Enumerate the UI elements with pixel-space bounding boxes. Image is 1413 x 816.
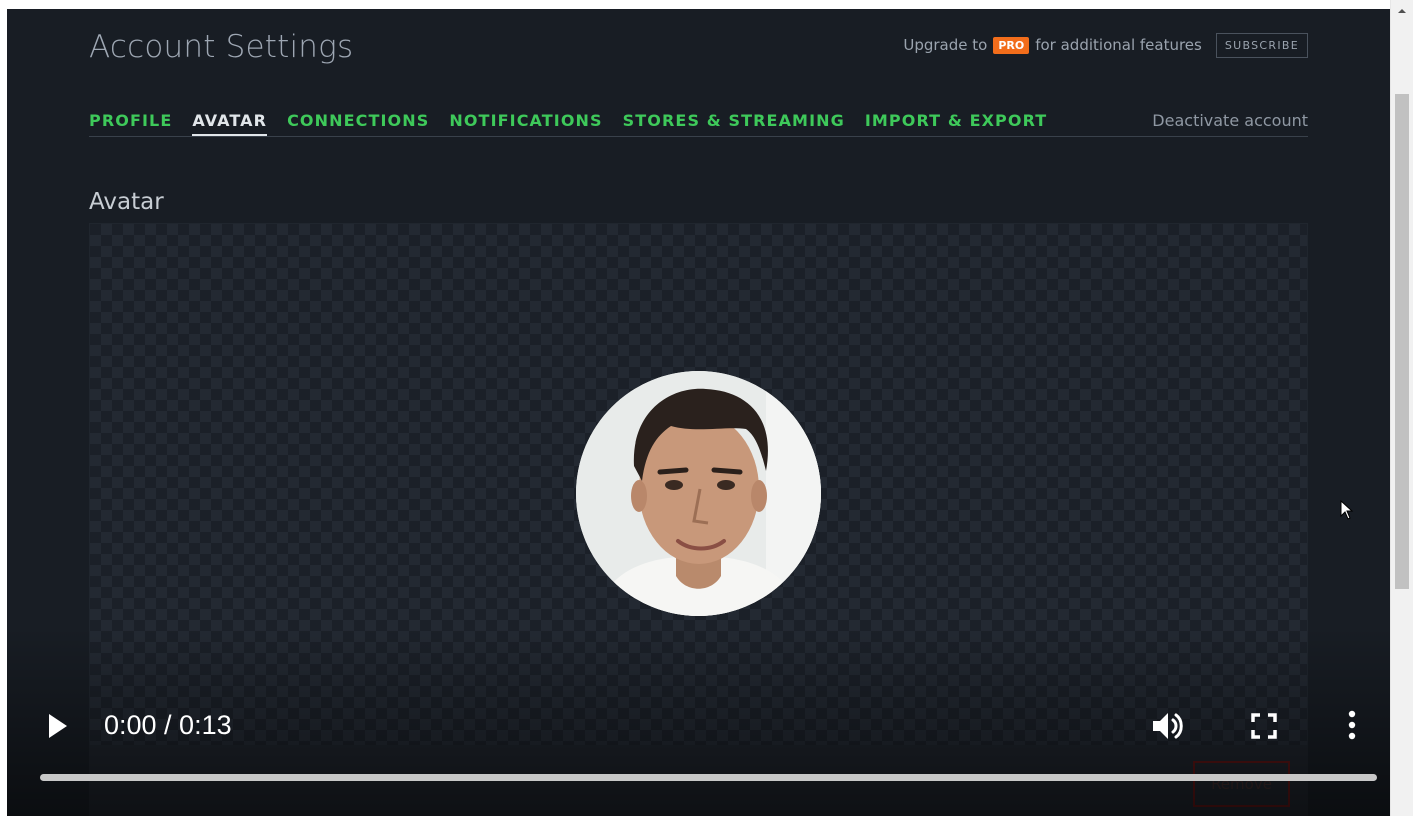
tab-divider <box>89 136 1308 137</box>
tab-stores-streaming[interactable]: STORES & STREAMING <box>623 111 845 136</box>
upgrade-banner: Upgrade to PRO for additional features S… <box>903 32 1308 58</box>
tab-connections[interactable]: CONNECTIONS <box>287 111 429 136</box>
remove-button[interactable]: Remove <box>1193 761 1290 807</box>
avatar-image <box>576 371 821 616</box>
pro-badge: PRO <box>993 36 1030 54</box>
time-display: 0:00 / 0:13 <box>104 710 232 740</box>
page-scrollbar[interactable] <box>1390 0 1413 816</box>
video-player[interactable]: Account Settings Upgrade to PRO for addi… <box>7 9 1390 816</box>
scroll-up-arrow-icon[interactable] <box>1396 6 1408 16</box>
section-heading: Avatar <box>89 189 164 215</box>
tab-notifications[interactable]: NOTIFICATIONS <box>449 111 602 136</box>
deactivate-account-link[interactable]: Deactivate account <box>1152 111 1308 130</box>
mouse-cursor-icon <box>1340 499 1354 520</box>
volume-icon <box>1153 713 1183 739</box>
play-icon <box>49 714 67 738</box>
fullscreen-button[interactable] <box>1250 712 1278 740</box>
more-options-button[interactable] <box>1346 709 1358 741</box>
subscribe-button[interactable]: SUBSCRIBE <box>1215 32 1308 58</box>
settings-tabs: PROFILE AVATAR CONNECTIONS NOTIFICATIONS… <box>89 111 1047 136</box>
volume-button[interactable] <box>1150 710 1186 742</box>
fullscreen-icon <box>1251 713 1277 739</box>
upgrade-suffix: for additional features <box>1035 36 1202 54</box>
scrollbar-thumb[interactable] <box>1395 94 1409 589</box>
tab-profile[interactable]: PROFILE <box>89 111 172 136</box>
tab-import-export[interactable]: IMPORT & EXPORT <box>865 111 1047 136</box>
upgrade-prefix: Upgrade to <box>903 36 988 54</box>
tab-avatar[interactable]: AVATAR <box>192 111 268 136</box>
page-title: Account Settings <box>89 29 354 65</box>
more-vertical-icon <box>1348 710 1356 740</box>
avatar-portrait-icon <box>576 371 821 616</box>
play-button[interactable] <box>47 712 69 740</box>
progress-bar[interactable] <box>40 774 1377 781</box>
